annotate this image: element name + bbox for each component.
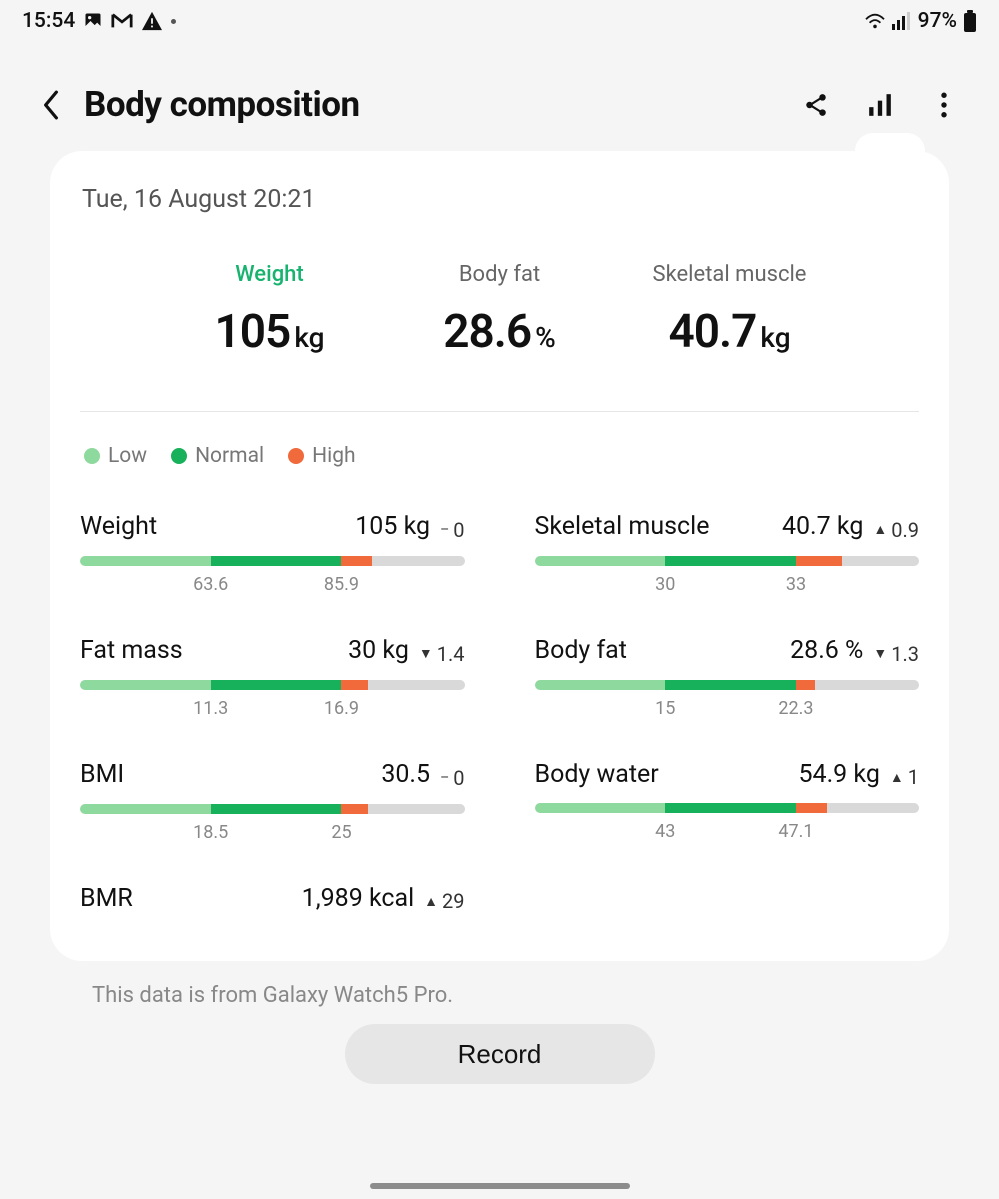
metric-delta: ▼ 1.4 [419,642,465,666]
warning-icon [141,11,163,31]
summary-metric-label: Body fat [415,262,585,287]
metric-name: Body water [535,760,659,789]
data-source-note: This data is from Galaxy Watch5 Pro. [92,983,941,1008]
summary-metric-value: 40.7kg [645,305,815,359]
image-icon [83,11,103,31]
metric-delta: ▲ 29 [424,889,464,913]
legend-high: High [288,444,355,468]
metric-name: Skeletal muscle [535,512,710,541]
metric-delta: ▲ 1 [890,765,919,789]
metric-grid: Weight 105 kg – 0 63.685.9 Skeletal muscle 40… [80,512,919,927]
chart-button[interactable] [865,90,895,120]
share-icon [803,92,829,118]
status-time: 15:54 [22,9,75,33]
signal-icon [892,12,912,30]
more-vert-icon [940,92,948,118]
home-indicator [370,1183,630,1189]
divider [80,411,919,412]
summary-metric[interactable]: Body fat 28.6% [415,262,585,359]
measurement-date: Tue, 16 August 20:21 [82,185,919,214]
wifi-icon [864,12,886,30]
summary-metrics: Weight 105kg Body fat 28.6% Skeletal muscle 4… [80,262,919,359]
zone-ticks: 18.525 [80,822,465,844]
summary-metric-value: 105kg [185,305,355,359]
summary-metric-label: Weight [185,262,355,287]
metric-name: BMR [80,884,133,913]
battery-icon [963,10,977,32]
metric-value: 40.7 kg [782,512,863,541]
summary-metric[interactable]: Skeletal muscle 40.7kg [645,262,815,359]
card-notch [855,133,925,169]
zone-ticks: 11.316.9 [80,698,465,720]
legend-low: Low [84,444,147,468]
record-button[interactable]: Record [345,1024,655,1084]
zone-ticks: 3033 [535,574,920,596]
metric-row: Fat mass 30 kg ▼ 1.4 11.316.9 [80,636,465,720]
zone-bar [80,680,465,690]
metric-value: 54.9 kg [798,760,879,789]
mail-icon [111,12,133,30]
share-button[interactable] [801,90,831,120]
app-header: Body composition [0,42,999,151]
metric-row: Skeletal muscle 40.7 kg ▲ 0.9 3033 [535,512,920,596]
main-card: Tue, 16 August 20:21 Weight 105kg Body fat… [50,151,949,961]
zone-ticks: 1522.3 [535,698,920,720]
metric-value: 1,989 kcal [302,884,415,913]
metric-value: 28.6 % [790,636,863,665]
metric-delta: ▼ 1.3 [873,642,919,666]
metric-row: BMR 1,989 kcal ▲ 29 [80,884,465,928]
metric-value: 30.5 [381,760,430,789]
chevron-left-icon [40,90,62,120]
back-button[interactable] [34,88,68,122]
metric-value: 105 kg [355,512,430,541]
metric-row: Weight 105 kg – 0 63.685.9 [80,512,465,596]
metric-name: BMI [80,760,124,789]
legend-normal: Normal [171,444,264,468]
metric-row: Body fat 28.6 % ▼ 1.3 1522.3 [535,636,920,720]
status-battery-text: 97% [918,9,957,33]
bar-chart-icon [867,92,893,118]
more-button[interactable] [929,90,959,120]
zone-bar [535,556,920,566]
page-title: Body composition [84,84,801,125]
summary-metric-label: Skeletal muscle [645,262,815,287]
summary-metric-value: 28.6% [415,305,585,359]
zone-bar [535,803,920,813]
summary-metric[interactable]: Weight 105kg [185,262,355,359]
metric-row: Body water 54.9 kg ▲ 1 4347.1 [535,760,920,844]
metric-row: BMI 30.5 – 0 18.525 [80,760,465,844]
dot-icon [171,19,176,24]
zone-bar [535,680,920,690]
metric-name: Body fat [535,636,627,665]
zone-bar [80,556,465,566]
metric-value: 30 kg [348,636,409,665]
metric-name: Weight [80,512,157,541]
zone-legend: Low Normal High [80,444,919,468]
metric-delta: – 0 [440,518,464,542]
zone-ticks: 4347.1 [535,821,920,843]
metric-name: Fat mass [80,636,183,665]
zone-bar [80,804,465,814]
zone-ticks: 63.685.9 [80,574,465,596]
metric-delta: ▲ 0.9 [873,518,919,542]
metric-delta: – 0 [440,766,464,790]
status-bar: 15:54 97% [0,0,999,42]
